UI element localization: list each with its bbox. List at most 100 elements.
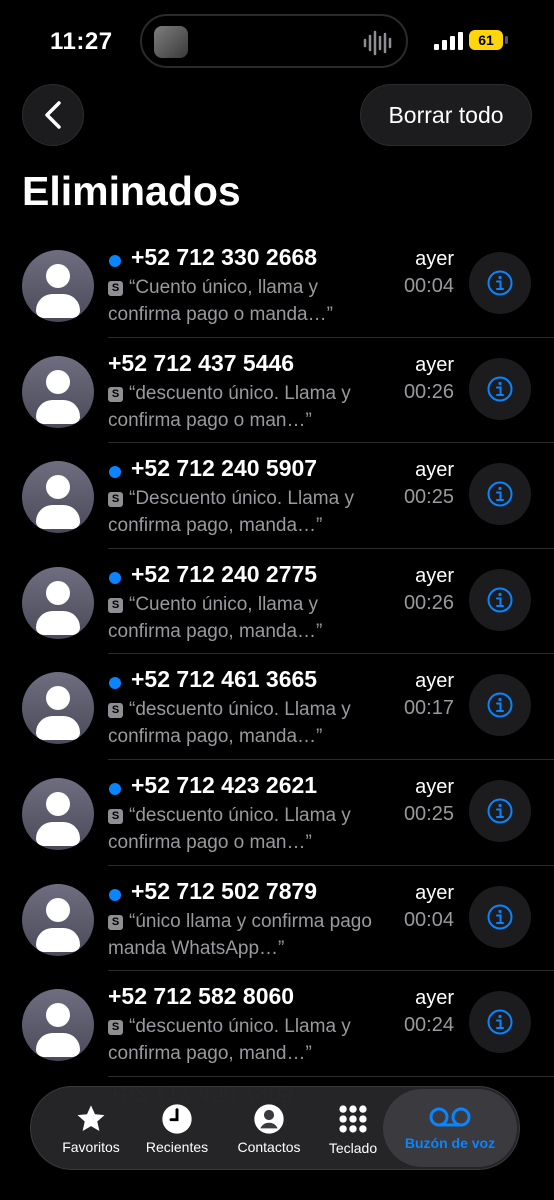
- caller-number: +52 712 461 3665: [131, 666, 318, 693]
- info-icon: [487, 692, 513, 718]
- info-button[interactable]: [469, 568, 531, 631]
- voicemail-duration: 00:24: [403, 1014, 454, 1037]
- transcript-preview: S “descuento único. Llama y confirma pago…: [108, 382, 351, 431]
- chevron-left-icon: [45, 101, 61, 129]
- contact-avatar-icon: [22, 355, 94, 428]
- voicemail-date: ayer: [415, 459, 454, 482]
- transcript-preview: S “Descuento único. Llama y confirma pago…: [108, 488, 354, 537]
- contact-avatar-icon: [22, 777, 94, 850]
- info-button[interactable]: [469, 252, 531, 314]
- row-separator: [108, 1075, 554, 1077]
- voicemail-row[interactable]: +52 712 582 8060 S “descuento único. Llam…: [0, 971, 554, 1077]
- tab-recientes[interactable]: Recientes: [137, 1087, 217, 1171]
- unread-dot: [109, 888, 121, 901]
- tab-buzon-de-voz[interactable]: Buzón de voz: [383, 1089, 517, 1167]
- voicemail-list: +52 712 330 2668 S “Cuento único, llama y…: [0, 232, 554, 1077]
- info-button[interactable]: [469, 885, 531, 948]
- caller-number: +52 712 582 8060: [108, 983, 295, 1010]
- caller-number: +52 712 423 2621: [131, 771, 318, 798]
- voicemail-date: ayer: [415, 248, 454, 270]
- dynamic-island[interactable]: [140, 14, 408, 68]
- contact-avatar-icon: [22, 566, 94, 639]
- tab-bar: Favoritos Recientes Contactos Teclado Bu…: [30, 1086, 520, 1170]
- transcript-preview: S “Cuento único, llama y confirma pago, m…: [108, 593, 323, 642]
- audio-wave-icon: [363, 30, 392, 56]
- tab-label: Favoritos: [62, 1139, 120, 1155]
- voicemail-duration: 00:25: [403, 486, 454, 509]
- transcript-preview: S “descuento único. Llama y confirma pago…: [108, 1016, 351, 1065]
- voicemail-row[interactable]: +52 712 240 2775 S “Cuento único, llama y…: [0, 549, 554, 655]
- battery-tip: [505, 36, 508, 44]
- page-title: Eliminados: [22, 168, 241, 214]
- tab-teclado[interactable]: Teclado: [317, 1087, 389, 1171]
- info-button[interactable]: [469, 779, 531, 842]
- contact-avatar-icon: [22, 672, 94, 745]
- info-icon: [487, 1009, 513, 1035]
- transcript-preview: S “descuento único. Llama y confirma pago…: [108, 804, 351, 853]
- clock-icon: [162, 1104, 192, 1134]
- voicemail-date: ayer: [415, 775, 454, 798]
- voicemail-duration: 00:26: [403, 591, 454, 614]
- contact-avatar-icon: [22, 461, 94, 534]
- voicemail-row[interactable]: +52 712 330 2668 S “Cuento único, llama y…: [0, 232, 554, 338]
- transcript-icon: S: [108, 281, 123, 296]
- info-icon: [487, 587, 513, 613]
- transcript-icon: S: [108, 492, 123, 508]
- voicemail-date: ayer: [415, 353, 454, 376]
- transcript-icon: S: [108, 914, 123, 930]
- tab-label: Teclado: [328, 1140, 378, 1156]
- voicemail-row[interactable]: +52 712 240 5907 S “Descuento único. Llam…: [0, 443, 554, 549]
- unread-dot: [109, 466, 121, 479]
- info-button[interactable]: [469, 991, 531, 1054]
- tab-label: Buzón de voz: [404, 1135, 496, 1151]
- voicemail-duration: 00:04: [403, 908, 454, 931]
- voicemail-row[interactable]: +52 712 461 3665 S “descuento único. Llam…: [0, 654, 554, 760]
- transcript-icon: S: [108, 1020, 123, 1036]
- keypad-icon: [339, 1105, 367, 1133]
- status-time: 11:27: [50, 28, 113, 55]
- tab-favoritos[interactable]: Favoritos: [51, 1087, 131, 1171]
- tab-contactos[interactable]: Contactos: [225, 1087, 313, 1171]
- contact-avatar-icon: [22, 883, 94, 956]
- transcript-icon: S: [108, 703, 123, 719]
- info-icon: [487, 270, 513, 296]
- person-icon: [254, 1104, 284, 1134]
- voicemail-icon: [429, 1107, 471, 1127]
- unread-dot: [109, 255, 121, 267]
- caller-number: +52 712 330 2668: [131, 244, 318, 270]
- back-button[interactable]: [22, 84, 84, 146]
- star-icon: [77, 1105, 105, 1131]
- voicemail-duration: 00:26: [403, 380, 454, 403]
- info-icon: [487, 798, 513, 824]
- caller-number: +52 712 437 5446: [108, 349, 295, 376]
- unread-dot: [109, 782, 121, 795]
- transcript-preview: S “Cuento único, llama y confirma pago o …: [108, 277, 333, 325]
- info-button[interactable]: [469, 357, 531, 420]
- info-icon: [487, 904, 513, 930]
- caller-number: +52 712 240 2775: [131, 560, 318, 587]
- voicemail-row[interactable]: +52 712 502 7879 S “único llama y confirm…: [0, 866, 554, 972]
- unread-dot: [109, 571, 121, 584]
- transcript-icon: S: [108, 808, 123, 824]
- caller-number: +52 712 240 5907: [131, 455, 318, 482]
- cellular-signal-icon: [434, 32, 463, 50]
- transcript-preview: S “único llama y confirma pago manda What…: [108, 910, 372, 959]
- voicemail-row[interactable]: +52 712 437 5446 S “descuento único. Llam…: [0, 338, 554, 444]
- caller-number: +52 712 502 7879: [131, 877, 318, 904]
- transcript-icon: S: [108, 386, 123, 402]
- voicemail-duration: 00:17: [403, 697, 454, 720]
- clear-all-button[interactable]: Borrar todo: [360, 84, 532, 146]
- voicemail-date: ayer: [415, 564, 454, 587]
- voicemail-date: ayer: [415, 987, 454, 1010]
- voicemail-duration: 00:25: [403, 802, 454, 825]
- tab-label: Recientes: [145, 1139, 209, 1155]
- tab-label: Contactos: [237, 1139, 301, 1155]
- voicemail-date: ayer: [415, 670, 454, 693]
- transcript-preview: S “descuento único. Llama y confirma pago…: [108, 699, 351, 748]
- info-button[interactable]: [469, 463, 531, 526]
- status-bar: 11:27 61: [0, 0, 554, 80]
- contact-avatar-icon: [22, 989, 94, 1062]
- info-button[interactable]: [469, 674, 531, 737]
- voicemail-duration: 00:04: [403, 275, 454, 297]
- voicemail-row[interactable]: +52 712 423 2621 S “descuento único. Llam…: [0, 760, 554, 866]
